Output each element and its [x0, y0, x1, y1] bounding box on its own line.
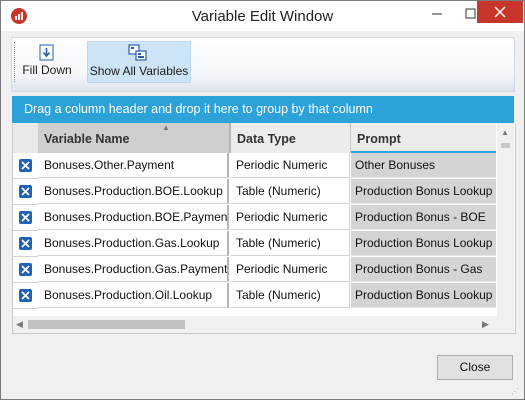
table-row[interactable]: Bonuses.Production.BOE.Lookup Table (Num…: [13, 179, 496, 205]
toolbar-grip[interactable]: [14, 42, 17, 82]
variable-name-cell[interactable]: Bonuses.Other.Payment: [38, 153, 229, 178]
variable-name-cell[interactable]: Bonuses.Production.Oil.Lookup: [38, 283, 229, 308]
table-row[interactable]: Bonuses.Other.Payment Periodic Numeric O…: [13, 153, 496, 179]
data-type-cell[interactable]: Periodic Numeric: [231, 205, 350, 230]
vertical-scroll-thumb[interactable]: [501, 143, 510, 148]
scroll-up-arrow-icon[interactable]: ▲: [501, 128, 509, 137]
window-close-button[interactable]: [477, 1, 523, 23]
table-row[interactable]: Bonuses.Production.Oil.Lookup Table (Num…: [13, 283, 496, 309]
fill-down-button[interactable]: Fill Down: [20, 41, 74, 81]
horizontal-scroll-thumb[interactable]: [28, 320, 185, 329]
fill-down-icon: [39, 44, 54, 61]
title-bar[interactable]: Variable Edit Window: [1, 1, 524, 31]
table-row[interactable]: Bonuses.Production.Gas.Payment Periodic …: [13, 257, 496, 283]
prompt-cell[interactable]: Production Bonus Lookup: [351, 179, 496, 204]
sort-ascending-icon: ▲: [162, 123, 170, 132]
horizontal-scrollbar[interactable]: ◀ ▶: [13, 316, 497, 333]
data-type-cell[interactable]: Periodic Numeric: [231, 153, 350, 178]
row-icon-cell: [13, 153, 38, 179]
column-header-label: Variable Name: [44, 132, 130, 146]
group-by-hint: Drag a column header and drop it here to…: [24, 102, 373, 116]
toolbar-ribbon: Fill Down Show All Variables: [11, 37, 515, 92]
variable-x-icon: [19, 211, 32, 224]
data-type-cell[interactable]: Table (Numeric): [231, 231, 350, 256]
row-icon-cell: [13, 179, 38, 205]
variables-grid: ▲ Variable Name Data Type Prompt Bonuses…: [12, 123, 516, 334]
prompt-cell[interactable]: Production Bonus Lookup: [351, 283, 496, 308]
variable-x-icon: [19, 263, 32, 276]
variable-x-icon: [19, 237, 32, 250]
data-type-cell[interactable]: Table (Numeric): [231, 283, 350, 308]
minimize-button[interactable]: [420, 1, 454, 27]
group-by-drop-area[interactable]: Drag a column header and drop it here to…: [12, 96, 514, 123]
column-header-prompt[interactable]: Prompt: [351, 123, 496, 153]
scroll-right-arrow-icon[interactable]: ▶: [482, 319, 489, 330]
prompt-cell[interactable]: Production Bonus - Gas: [351, 257, 496, 282]
prompt-cell[interactable]: Production Bonus Lookup: [351, 231, 496, 256]
column-header-label: Prompt: [357, 132, 401, 146]
column-header-label: Data Type: [237, 132, 296, 146]
scroll-left-arrow-icon[interactable]: ◀: [16, 319, 23, 330]
fill-down-label: Fill Down: [22, 63, 72, 77]
row-icon-cell: [13, 231, 38, 257]
column-header-data-type[interactable]: Data Type: [231, 123, 351, 153]
close-icon: [494, 6, 506, 18]
data-type-cell[interactable]: Table (Numeric): [231, 179, 350, 204]
variable-name-cell[interactable]: Bonuses.Production.BOE.Lookup: [38, 179, 229, 204]
variable-name-cell[interactable]: Bonuses.Production.Gas.Payment: [38, 257, 229, 282]
prompt-cell[interactable]: Production Bonus - BOE: [351, 205, 496, 230]
minimize-icon: [432, 13, 442, 15]
prompt-cell[interactable]: Other Bonuses: [351, 153, 496, 178]
row-selector-header[interactable]: [13, 123, 38, 153]
close-button[interactable]: Close: [437, 355, 513, 380]
show-all-variables-icon: [128, 44, 147, 61]
table-row[interactable]: Bonuses.Production.BOE.Payment Periodic …: [13, 205, 496, 231]
variable-name-cell[interactable]: Bonuses.Production.Gas.Lookup: [38, 231, 229, 256]
row-icon-cell: [13, 257, 38, 283]
variable-edit-window: Variable Edit Window Fill Down Show All …: [0, 0, 525, 400]
show-all-variables-button[interactable]: Show All Variables: [87, 41, 191, 83]
row-icon-cell: [13, 283, 38, 309]
vertical-scrollbar[interactable]: ▲: [497, 123, 514, 316]
show-all-variables-label: Show All Variables: [89, 64, 189, 78]
scrollbar-corner: [497, 316, 514, 333]
data-type-cell[interactable]: Periodic Numeric: [231, 257, 350, 282]
variable-x-icon: [19, 185, 32, 198]
variable-name-cell[interactable]: Bonuses.Production.BOE.Payment: [38, 205, 229, 230]
resize-grip-icon[interactable]: ⋰: [511, 387, 519, 396]
variable-x-icon: [19, 159, 32, 172]
column-header-variable-name[interactable]: ▲ Variable Name: [38, 123, 231, 153]
variable-x-icon: [19, 289, 32, 302]
table-row[interactable]: Bonuses.Production.Gas.Lookup Table (Num…: [13, 231, 496, 257]
row-icon-cell: [13, 205, 38, 231]
